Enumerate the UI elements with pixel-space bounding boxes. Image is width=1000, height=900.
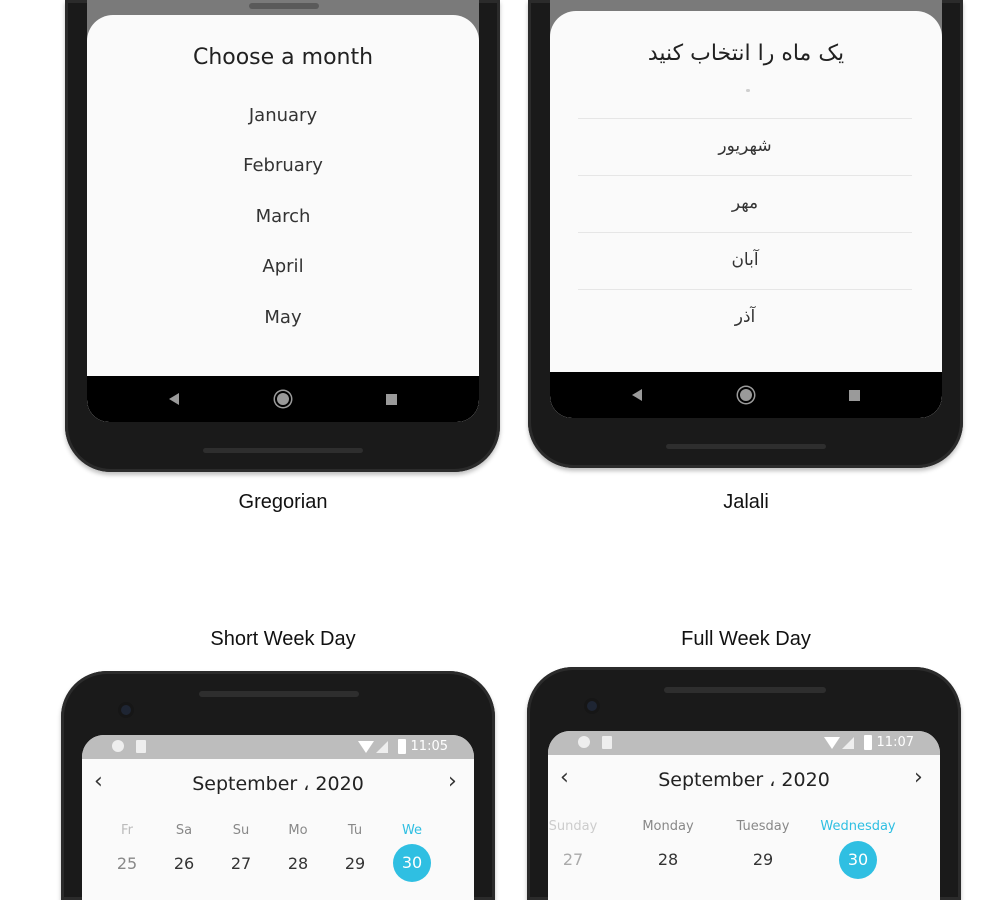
next-month-button[interactable]: › [914,765,923,790]
status-bar: 11:07 [548,731,940,755]
sheet-title: Choose a month [192,45,374,70]
day-cell[interactable]: 28 [648,850,688,869]
day-cell[interactable]: 27 [553,850,593,869]
weekday-label-selected: We [401,823,423,838]
month-year-header[interactable]: September ، 2020 [548,769,940,791]
speaker-grille [664,687,826,693]
weekday-label: Sunday [548,819,598,834]
weekday-label: Su [232,823,250,838]
speaker-grille [203,448,363,453]
status-time: 11:05 [410,739,448,754]
day-cell[interactable]: 29 [743,850,783,869]
phone-short-week: 11:05 ‹ September ، 2020 › Fr Sa Su Mo T… [61,671,495,900]
month-option[interactable]: مهر [578,175,912,233]
day-cell[interactable]: 27 [221,854,261,873]
sheet-title: یک ماه را انتخاب کنید [647,41,845,66]
weekday-label-selected: Wednesday [820,819,896,834]
month-option[interactable]: February [87,155,479,176]
screen-short-week: 11:05 ‹ September ، 2020 › Fr Sa Su Mo T… [82,735,474,900]
month-option[interactable]: شهریور [578,118,912,176]
front-camera [587,701,597,711]
month-option[interactable]: آذر [578,289,912,347]
selected-day[interactable]: 30 [393,844,431,882]
weekday-label: Sa [175,823,193,838]
month-option[interactable]: January [87,105,479,126]
day-cell[interactable]: 25 [107,854,147,873]
phone-jalali: یک ماه را انتخاب کنید شهریور مهر آبان آذ… [528,0,963,468]
month-option[interactable]: May [87,307,479,328]
weekday-label: Fr [121,823,133,838]
month-year-header[interactable]: September ، 2020 [82,773,474,795]
day-cell[interactable]: 28 [278,854,318,873]
month-option[interactable]: April [87,256,479,277]
status-time: 11:07 [876,735,914,750]
navigation-bar [550,372,942,418]
month-option[interactable]: آبان [578,232,912,290]
back-icon[interactable] [617,372,657,418]
speaker-grille [666,444,826,449]
next-month-button[interactable]: › [448,769,457,794]
speaker-grille [199,691,359,697]
status-bar: 11:05 [82,735,474,759]
month-picker-sheet: یک ماه را انتخاب کنید شهریور مهر آبان آذ… [550,11,942,373]
caption-short-week: Short Week Day [210,628,356,650]
home-icon[interactable] [726,372,766,418]
home-icon[interactable] [263,376,303,422]
weekday-label: Tuesday [736,819,790,834]
weekday-label: Mo [288,823,308,838]
phone-gregorian: Choose a month January February March Ap… [65,0,500,472]
day-cell[interactable]: 29 [335,854,375,873]
caption-gregorian: Gregorian [238,491,328,513]
back-icon[interactable] [154,376,194,422]
front-camera [121,705,131,715]
recents-icon[interactable] [834,372,874,418]
caption-jalali: Jalali [723,491,769,513]
phone-full-week: 11:07 ‹ September ، 2020 › Sunday Monday… [527,667,961,900]
day-cell[interactable]: 26 [164,854,204,873]
screen-gregorian: Choose a month January February March Ap… [87,0,479,422]
screen-jalali: یک ماه را انتخاب کنید شهریور مهر آبان آذ… [550,0,942,418]
month-option[interactable]: March [87,206,479,227]
month-picker-sheet: Choose a month January February March Ap… [87,15,479,377]
screen-full-week: 11:07 ‹ September ، 2020 › Sunday Monday… [548,731,940,900]
weekday-label: Monday [642,819,694,834]
caption-full-week: Full Week Day [681,628,811,650]
recents-icon[interactable] [371,376,411,422]
selected-day[interactable]: 30 [839,841,877,879]
navigation-bar [87,376,479,422]
weekday-label: Tu [347,823,363,838]
